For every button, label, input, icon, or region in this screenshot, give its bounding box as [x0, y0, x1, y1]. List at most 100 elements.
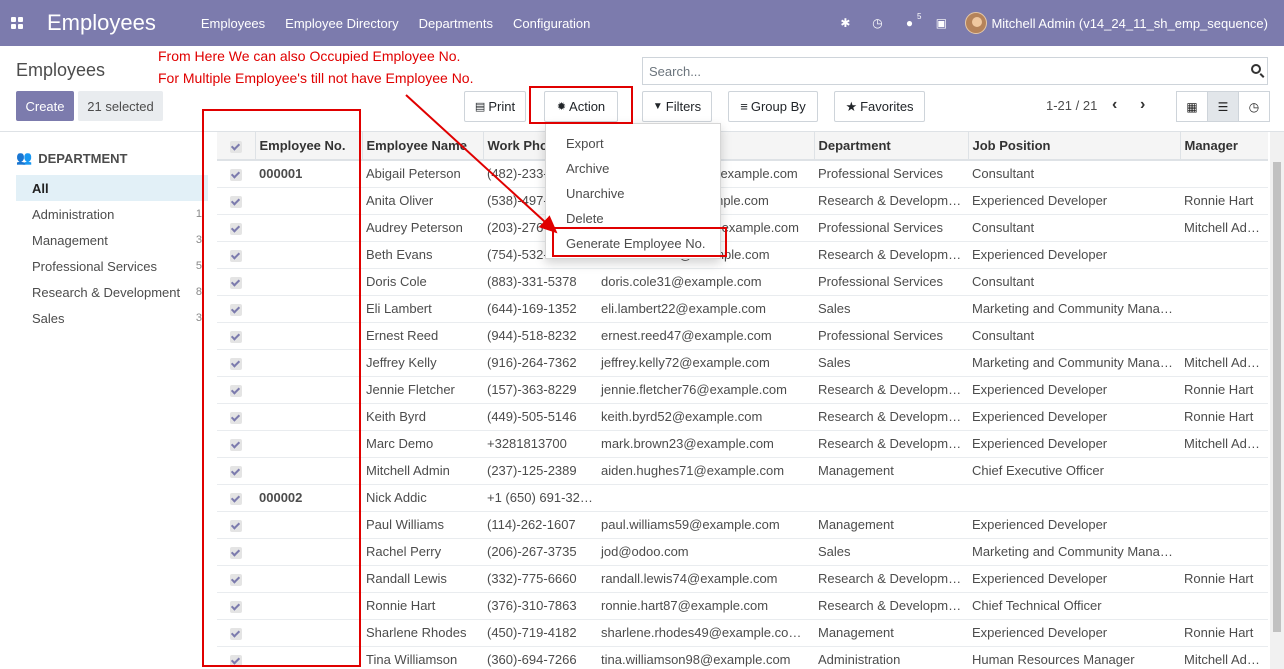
cell-work-email: randall.lewis74@example.com	[597, 564, 814, 592]
printer-icon: ▤	[474, 101, 486, 113]
cell-work-phone: (332)-775-6660	[483, 564, 597, 592]
sidebar-item-management[interactable]: Management 3	[16, 227, 208, 253]
sidebar-item-administration[interactable]: Administration 1	[16, 201, 208, 227]
cell-work-phone: (944)-518-8232	[483, 321, 597, 349]
cell-employee-name: Audrey Peterson	[362, 213, 483, 241]
pager-value[interactable]: 1-21 / 21	[1046, 98, 1097, 113]
cell-job-position: Experienced Developer	[968, 429, 1180, 457]
app-name[interactable]: Employees	[47, 10, 156, 36]
cell-work-phone: (360)-694-7266	[483, 645, 597, 669]
cell-work-email: mark.brown23@example.com	[597, 429, 814, 457]
menu-item-unarchive[interactable]: Unarchive	[566, 186, 625, 201]
table-row[interactable]: Rachel Perry (206)-267-3735 jod@odoo.com Sa…	[217, 537, 1268, 565]
scrollbar[interactable]	[1270, 132, 1284, 669]
bug-icon[interactable]: ✱	[829, 0, 861, 46]
cell-manager: Mitchell Admin	[1180, 645, 1268, 669]
table-row[interactable]: Ronnie Hart (376)-310-7863 ronnie.hart87@e…	[217, 591, 1268, 619]
cell-department: Professional Services	[814, 159, 968, 187]
sidebar-item-all[interactable]: All	[16, 175, 208, 201]
cell-employee-name: Eli Lambert	[362, 294, 483, 322]
table-row[interactable]: Tina Williamson (360)-694-7266 tina.willia…	[217, 645, 1268, 669]
table-row[interactable]: Mitchell Admin (237)-125-2389 aiden.hughes…	[217, 456, 1268, 484]
cell-work-email: eli.lambert22@example.com	[597, 294, 814, 322]
groupby-button[interactable]: ≡ Group By	[728, 91, 818, 122]
cell-manager: Mitchell Admin	[1180, 348, 1268, 376]
column-header-job-position[interactable]: Job Position	[967, 132, 1180, 161]
table-row[interactable]: Randall Lewis (332)-775-6660 randall.lewis…	[217, 564, 1268, 592]
cell-work-email: doris.cole31@example.com	[597, 267, 814, 295]
cell-department: Professional Services	[814, 213, 968, 241]
chat-icon[interactable]: ● 5	[893, 0, 925, 46]
column-header-department[interactable]: Department	[813, 132, 968, 161]
cell-manager	[1180, 456, 1268, 484]
table-row[interactable]: Eli Lambert (644)-169-1352 eli.lambert22@e…	[217, 294, 1268, 322]
menu-departments[interactable]: Departments	[419, 16, 493, 31]
selected-count-badge: 21 selected	[78, 91, 163, 121]
menu-item-export[interactable]: Export	[566, 136, 604, 151]
table-row[interactable]: Paul Williams (114)-262-1607 paul.williams…	[217, 510, 1268, 538]
table-row[interactable]: Ernest Reed (944)-518-8232 ernest.reed47@e…	[217, 321, 1268, 349]
table-row[interactable]: 000002 Nick Addic +1 (650) 691-3277	[217, 483, 1268, 511]
annotation-line-2: For Multiple Employee's till not have Em…	[158, 70, 474, 86]
table-row[interactable]: Beth Evans(754)-532-3841beth.evans77@exa…	[217, 240, 1268, 268]
cell-work-email: jeffrey.kelly72@example.com	[597, 348, 814, 376]
sidebar-item-sales[interactable]: Sales 3	[16, 305, 208, 331]
list-view-icon[interactable]: ☰	[1207, 91, 1239, 122]
favorites-button[interactable]: ★ Favorites	[834, 91, 925, 122]
column-header-employee-name[interactable]: Employee Name	[361, 132, 483, 161]
search-icon[interactable]	[1251, 64, 1261, 74]
print-button[interactable]: ▤ Print	[464, 91, 526, 122]
cell-job-position	[968, 483, 1180, 511]
cell-work-phone: +1 (650) 691-3277	[483, 483, 597, 511]
highlight-action-button	[529, 86, 633, 124]
apps-menu-icon[interactable]	[0, 0, 34, 46]
cell-employee-name: Keith Byrd	[362, 402, 483, 430]
table-header-row: Employee No. Employee Name Work Phone Wo…	[217, 132, 1268, 161]
chevron-right-icon[interactable]: ›	[1140, 96, 1145, 114]
cell-employee-name: Rachel Perry	[362, 537, 483, 565]
cell-employee-name: Beth Evans	[362, 240, 483, 268]
cell-work-phone: (916)-264-7362	[483, 348, 597, 376]
cell-work-phone: (206)-267-3735	[483, 537, 597, 565]
table-row[interactable]: Jeffrey Kelly (916)-264-7362 jeffrey.kelly…	[217, 348, 1268, 376]
user-menu[interactable]: Mitchell Admin (v14_24_11_sh_emp_sequenc…	[957, 12, 1284, 34]
cell-employee-name: Mitchell Admin	[362, 456, 483, 484]
table-row[interactable]: Anita Oliver(538)-497-4804anita.oliver32…	[217, 186, 1268, 214]
column-header-manager[interactable]: Manager	[1179, 132, 1268, 161]
table-row[interactable]: Sharlene Rhodes (450)-719-4182 sharlene.rh…	[217, 618, 1268, 646]
menu-item-archive[interactable]: Archive	[566, 161, 609, 176]
cell-department: Research & Development	[814, 591, 968, 619]
cell-department: Research & Development	[814, 429, 968, 457]
chevron-left-icon[interactable]: ‹	[1112, 96, 1117, 114]
table-row[interactable]: Marc Demo +3281813700 mark.brown23@example…	[217, 429, 1268, 457]
sidebar-item-label: All	[32, 180, 49, 196]
menu-employee-directory[interactable]: Employee Directory	[285, 16, 398, 31]
filters-button[interactable]: ▼ Filters	[642, 91, 712, 122]
table-row[interactable]: Audrey Peterson(203)-276-7903audrey.pete…	[217, 213, 1268, 241]
table-row[interactable]: 000001Abigail Peterson(482)-233-3393abig…	[217, 159, 1268, 187]
menu-configuration[interactable]: Configuration	[513, 16, 590, 31]
highlight-generate-item	[552, 227, 727, 257]
cell-work-email	[597, 483, 814, 511]
kanban-view-icon[interactable]: ▦	[1176, 91, 1208, 122]
scrollbar-thumb[interactable]	[1273, 162, 1281, 632]
table-row[interactable]: Jennie Fletcher (157)-363-8229 jennie.flet…	[217, 375, 1268, 403]
sidebar-item-research-development[interactable]: Research & Development 8	[16, 279, 208, 305]
cell-job-position: Experienced Developer	[968, 375, 1180, 403]
activity-view-icon[interactable]: ◷	[1238, 91, 1270, 122]
table-row[interactable]: Doris Cole (883)-331-5378 doris.cole31@exa…	[217, 267, 1268, 295]
menu-employees[interactable]: Employees	[201, 16, 265, 31]
cell-manager: Ronnie Hart	[1180, 186, 1268, 214]
menu-item-delete[interactable]: Delete	[566, 211, 604, 226]
cell-department: Management	[814, 618, 968, 646]
gift-icon[interactable]: ▣	[925, 0, 957, 46]
cell-work-phone: (114)-262-1607	[483, 510, 597, 538]
sidebar-item-professional-services[interactable]: Professional Services 5	[16, 253, 208, 279]
sidebar-item-label: Professional Services	[32, 258, 157, 274]
create-button[interactable]: Create	[16, 91, 74, 121]
clock-icon[interactable]: ◷	[861, 0, 893, 46]
cell-department: Research & Development	[814, 402, 968, 430]
cell-job-position: Experienced Developer	[968, 186, 1180, 214]
table-row[interactable]: Keith Byrd (449)-505-5146 keith.byrd52@exa…	[217, 402, 1268, 430]
search-input[interactable]: Search...	[642, 57, 1268, 85]
